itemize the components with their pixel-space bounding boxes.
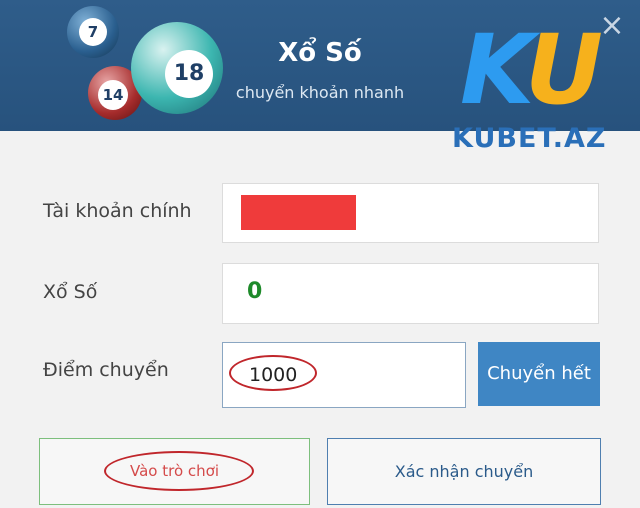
- confirm-transfer-button[interactable]: Xác nhận chuyển: [327, 438, 601, 505]
- logo-text: KUBET.AZ: [452, 123, 607, 154]
- lottery-balance-value: 0: [247, 279, 263, 304]
- kubet-logo: KU: [460, 20, 636, 120]
- logo-k: K: [460, 14, 531, 126]
- lottery-ball-7: 7: [67, 6, 119, 58]
- logo-u: U: [524, 14, 603, 126]
- main-account-label: Tài khoản chính: [43, 200, 192, 222]
- ball-number: 18: [165, 50, 213, 98]
- masked-account-value: [241, 195, 356, 230]
- dialog-subtitle: chuyển khoản nhanh: [235, 83, 405, 102]
- transfer-all-button[interactable]: Chuyển hết: [478, 342, 600, 406]
- transfer-amount-input[interactable]: [222, 342, 466, 408]
- lottery-label: Xổ Số: [43, 281, 98, 303]
- enter-game-button[interactable]: Vào trò chơi: [39, 438, 310, 505]
- ball-number: 14: [98, 80, 128, 110]
- dialog-title: Xổ Số: [278, 38, 362, 68]
- lottery-ball-18: 18: [131, 22, 223, 114]
- lottery-balance-field: [222, 263, 599, 324]
- ball-number: 7: [79, 18, 107, 46]
- transfer-points-label: Điểm chuyển: [43, 359, 169, 381]
